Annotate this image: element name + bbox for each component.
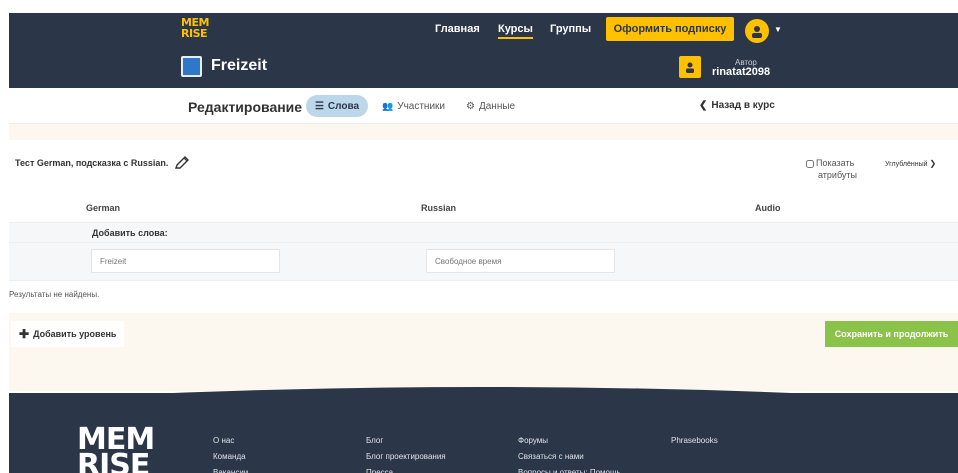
page-title: Редактирование <box>188 99 303 115</box>
footer-column-support: Форумы Связаться с нами Вопросы и ответы… <box>518 433 621 473</box>
divider-strip <box>9 124 958 140</box>
footer-column-blog: Блог Блог проектирования Пресса <box>366 433 446 473</box>
test-direction-label: Тест German, подсказка с Russian. <box>15 156 190 170</box>
footer-link-phrasebooks[interactable]: Phrasebooks <box>671 433 718 449</box>
pencil-icon[interactable] <box>174 156 190 170</box>
footer-link-forums[interactable]: Форумы <box>518 433 621 449</box>
chevron-down-icon: ❯ <box>929 159 937 168</box>
footer-column-phrasebooks: Phrasebooks <box>671 433 718 449</box>
save-and-continue-button[interactable]: Сохранить и продолжить <box>825 321 958 347</box>
nav-home[interactable]: Главная <box>435 23 480 35</box>
course-icon <box>181 56 202 77</box>
top-header: MEM RISE Главная Курсы Группы Оформить п… <box>9 13 958 88</box>
user-icon <box>752 26 762 38</box>
column-header-audio: Audio <box>755 203 781 213</box>
footer-column-company: О нас Команда Вакансии <box>213 433 248 473</box>
advanced-dropdown[interactable]: Углублённый ❯ <box>885 159 936 168</box>
footer-link-about[interactable]: О нас <box>213 433 248 449</box>
new-word-input-row <box>9 243 958 281</box>
show-attributes-toggle[interactable]: Показать атрибуты <box>806 157 857 181</box>
chevron-down-icon[interactable]: ▼ <box>774 25 782 34</box>
footer-link-press[interactable]: Пресса <box>366 465 446 473</box>
add-words-row: Добавить слова: <box>9 222 958 243</box>
user-avatar[interactable] <box>745 19 769 43</box>
back-to-course-link[interactable]: ❮ Назад в курс <box>699 100 775 111</box>
nav-groups[interactable]: Группы <box>550 23 591 35</box>
footer-link-blog[interactable]: Блог <box>366 433 446 449</box>
memrise-logo[interactable]: MEM RISE <box>181 17 209 39</box>
tab-participants[interactable]: 👥 Участники <box>382 101 445 112</box>
tab-data[interactable]: ⚙ Данные <box>466 101 515 112</box>
chevron-left-icon: ❮ <box>699 100 708 111</box>
footer-link-design-blog[interactable]: Блог проектирования <box>366 449 446 465</box>
column-header-russian: Russian <box>421 203 457 213</box>
footer-logo[interactable]: MEM RISE <box>77 425 155 473</box>
tab-words[interactable]: ☰ Слова <box>306 95 368 117</box>
german-word-input[interactable] <box>91 249 280 273</box>
footer-link-faq[interactable]: Вопросы и ответы: Помощь <box>518 465 621 473</box>
user-icon <box>686 62 694 73</box>
plus-icon: ✚ <box>19 327 30 341</box>
column-header-german: German <box>86 203 121 213</box>
list-icon: ☰ <box>314 100 324 112</box>
add-level-button[interactable]: ✚ Добавить уровень <box>11 321 125 347</box>
users-icon: 👥 <box>382 101 394 111</box>
nav-courses[interactable]: Курсы <box>498 23 533 39</box>
app-frame: MEM RISE Главная Курсы Группы Оформить п… <box>9 13 958 473</box>
gear-icon: ⚙ <box>466 101 475 112</box>
add-words-label: Добавить слова: <box>92 228 168 238</box>
footer-link-team[interactable]: Команда <box>213 449 248 465</box>
footer-link-contact[interactable]: Связаться с нами <box>518 449 621 465</box>
subscribe-button[interactable]: Оформить подписку <box>606 17 734 41</box>
no-results-message: Результаты не найдены. <box>9 290 100 299</box>
author-name[interactable]: rinatat2098 <box>712 66 770 78</box>
russian-word-input[interactable] <box>426 249 615 273</box>
footer-link-jobs[interactable]: Вакансии <box>213 465 248 473</box>
course-title: Freizeit <box>211 57 268 74</box>
footer: MEM RISE О нас Команда Вакансии Блог Бло… <box>9 393 958 473</box>
edit-tabs-bar: Редактирование ☰ Слова 👥 Участники ⚙ Дан… <box>9 88 958 124</box>
show-attributes-checkbox[interactable] <box>806 159 814 168</box>
author-avatar[interactable] <box>679 56 701 78</box>
